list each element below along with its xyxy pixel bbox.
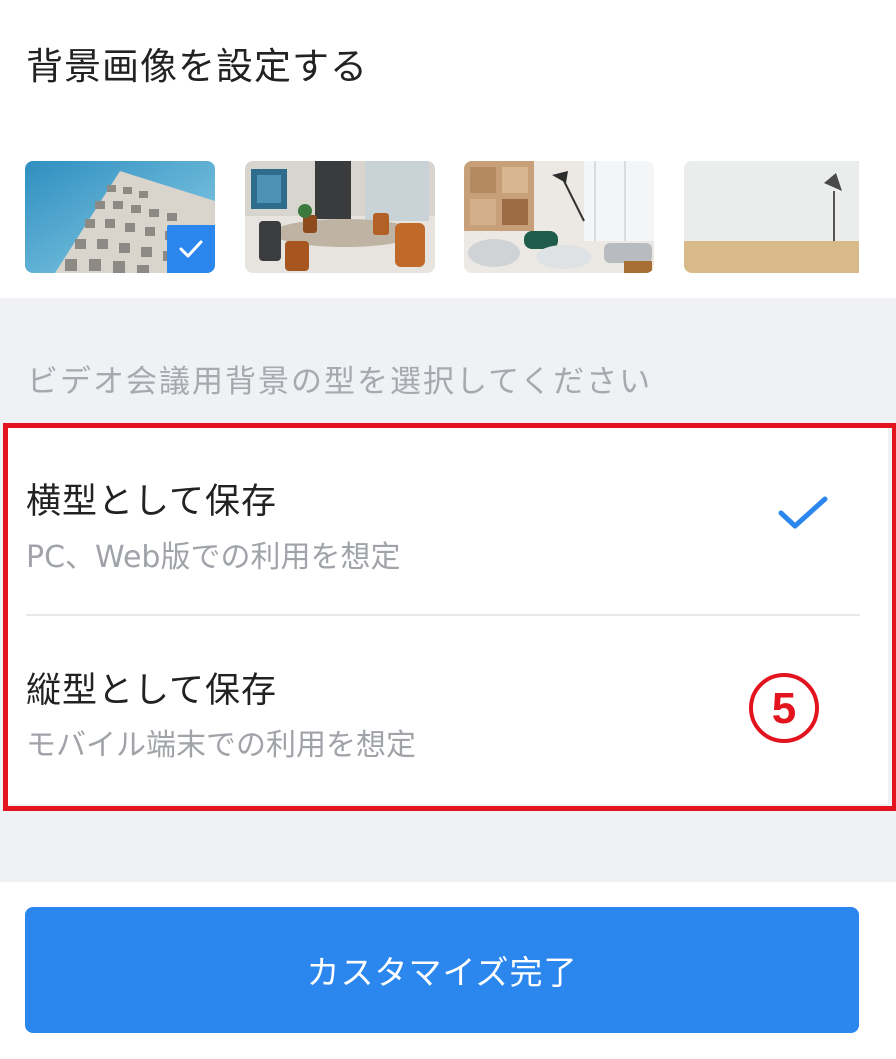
page-title: 背景画像を設定する [26,45,368,88]
option-landscape[interactable]: 横型として保存 PC、Web版での利用を想定 [8,426,888,616]
background-thumbnail-lounge[interactable] [464,161,654,273]
selected-check-badge [167,225,215,273]
option-landscape-title: 横型として保存 [26,482,277,522]
lounge-image [464,161,654,273]
background-thumbnail-strip[interactable] [25,161,859,273]
option-portrait-subtitle: モバイル端末での利用を想定 [26,728,416,763]
orientation-section-label: ビデオ会議用背景の型を選択してください [27,364,653,400]
background-thumbnail-building[interactable] [25,161,215,273]
svg-text:5: 5 [772,684,796,733]
check-icon [179,240,203,258]
customize-done-button[interactable]: カスタマイズ完了 [25,907,859,1033]
background-thumbnail-plain-room[interactable] [684,161,859,273]
selected-check-icon [778,496,828,529]
orientation-options-list: 横型として保存 PC、Web版での利用を想定 縦型として保存 モバイル端末での利… [8,426,888,804]
option-landscape-subtitle: PC、Web版での利用を想定 [26,540,401,575]
background-thumbnail-meeting-room[interactable] [245,161,435,273]
plain-room-image [684,161,859,273]
meeting-room-image [245,161,435,273]
step-number-circle: 5 [749,673,819,743]
option-portrait-title: 縦型として保存 [26,671,277,711]
step-number-annotation: 5 [739,673,829,743]
